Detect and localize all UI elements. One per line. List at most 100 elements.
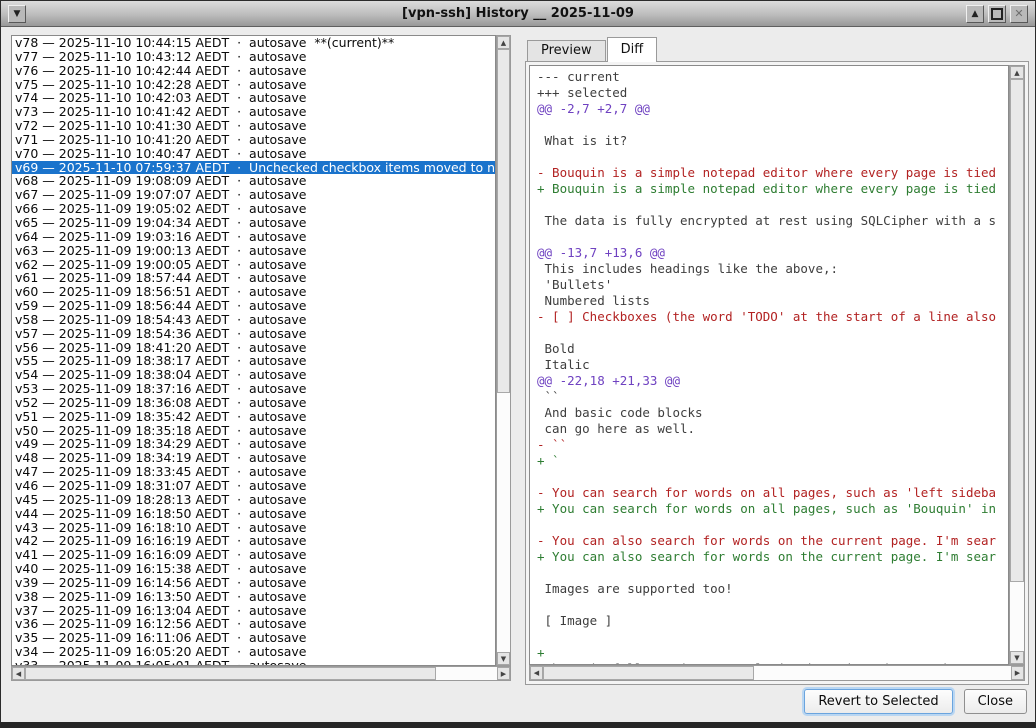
list-item[interactable]: v47 — 2025-11-09 18:33:45 AEDT · autosav…	[12, 465, 495, 479]
list-item[interactable]: v77 — 2025-11-10 10:43:12 AEDT · autosav…	[12, 50, 495, 64]
list-item[interactable]: v62 — 2025-11-09 19:00:05 AEDT · autosav…	[12, 258, 495, 272]
list-item[interactable]: v38 — 2025-11-09 16:13:50 AEDT · autosav…	[12, 590, 495, 604]
list-item[interactable]: v66 — 2025-11-09 19:05:02 AEDT · autosav…	[12, 202, 495, 216]
scroll-down-icon[interactable]: ▼	[1010, 651, 1024, 664]
diff-line: + Bouquin is a simple notepad editor whe…	[537, 181, 1008, 197]
diff-line: What is it?	[537, 133, 1008, 149]
list-item[interactable]: v33 — 2025-11-09 16:05:01 AEDT · autosav…	[12, 659, 495, 666]
list-item[interactable]: v55 — 2025-11-09 18:38:17 AEDT · autosav…	[12, 354, 495, 368]
list-item[interactable]: v46 — 2025-11-09 18:31:07 AEDT · autosav…	[12, 479, 495, 493]
list-item[interactable]: v51 — 2025-11-09 18:35:42 AEDT · autosav…	[12, 410, 495, 424]
version-history-panel: v78 — 2025-11-10 10:44:15 AEDT · autosav…	[11, 35, 511, 681]
diff-line	[537, 629, 1008, 645]
list-item[interactable]: v50 — 2025-11-09 18:35:18 AEDT · autosav…	[12, 424, 495, 438]
diff-line: Bold	[537, 341, 1008, 357]
diff-vertical-scrollbar[interactable]: ▲ ▼	[1009, 65, 1025, 665]
list-item[interactable]: v78 — 2025-11-10 10:44:15 AEDT · autosav…	[12, 36, 495, 50]
list-vscroll-thumb[interactable]	[497, 49, 510, 393]
diff-line: ``	[537, 389, 1008, 405]
close-dialog-button[interactable]: Close	[964, 689, 1027, 714]
revert-to-selected-button[interactable]: Revert to Selected	[804, 689, 952, 714]
shade-icon: ▲	[972, 9, 979, 19]
list-item[interactable]: v43 — 2025-11-09 16:18:10 AEDT · autosav…	[12, 521, 495, 535]
scroll-up-icon[interactable]: ▲	[1010, 66, 1024, 79]
diff-line: + You can also search for words on the c…	[537, 549, 1008, 565]
list-item[interactable]: v60 — 2025-11-09 18:56:51 AEDT · autosav…	[12, 285, 495, 299]
diff-line: + `	[537, 453, 1008, 469]
version-list[interactable]: v78 — 2025-11-10 10:44:15 AEDT · autosav…	[11, 35, 496, 666]
list-item[interactable]: v42 — 2025-11-09 16:16:19 AEDT · autosav…	[12, 534, 495, 548]
list-item[interactable]: v71 — 2025-11-10 10:41:20 AEDT · autosav…	[12, 133, 495, 147]
list-item[interactable]: v53 — 2025-11-09 18:37:16 AEDT · autosav…	[12, 382, 495, 396]
diff-line: --- current	[537, 69, 1008, 85]
diff-line: Italic	[537, 357, 1008, 373]
shade-button[interactable]: ▲	[966, 5, 984, 23]
diff-vscroll-track[interactable]	[1010, 79, 1024, 651]
list-item[interactable]: v59 — 2025-11-09 18:56:44 AEDT · autosav…	[12, 299, 495, 313]
list-item[interactable]: v35 — 2025-11-09 16:11:06 AEDT · autosav…	[12, 631, 495, 645]
list-horizontal-scrollbar[interactable]: ◀ ▶	[11, 666, 511, 681]
list-item[interactable]: v64 — 2025-11-09 19:03:16 AEDT · autosav…	[12, 230, 495, 244]
diff-line: Numbered lists	[537, 293, 1008, 309]
list-item[interactable]: v68 — 2025-11-09 19:08:09 AEDT · autosav…	[12, 174, 495, 188]
diff-line: + You can search for words on all pages,…	[537, 501, 1008, 517]
diff-line: +	[537, 645, 1008, 661]
list-item[interactable]: v76 — 2025-11-10 10:42:44 AEDT · autosav…	[12, 64, 495, 78]
list-hscroll-track[interactable]	[25, 667, 497, 680]
diff-line: - You can also search for words on the c…	[537, 533, 1008, 549]
list-item[interactable]: v45 — 2025-11-09 18:28:13 AEDT · autosav…	[12, 493, 495, 507]
list-item[interactable]: v65 — 2025-11-09 19:04:34 AEDT · autosav…	[12, 216, 495, 230]
list-item[interactable]: v49 — 2025-11-09 18:34:29 AEDT · autosav…	[12, 437, 495, 451]
list-item[interactable]: v69 — 2025-11-10 07:59:37 AEDT · Uncheck…	[12, 161, 495, 175]
list-item[interactable]: v56 — 2025-11-09 18:41:20 AEDT · autosav…	[12, 341, 495, 355]
scroll-left-icon[interactable]: ◀	[530, 666, 543, 680]
diff-line: Images are supported too!	[537, 581, 1008, 597]
diff-line: @@ -13,7 +13,6 @@	[537, 245, 1008, 261]
diff-line: - You can search for words on all pages,…	[537, 485, 1008, 501]
list-item[interactable]: v34 — 2025-11-09 16:05:20 AEDT · autosav…	[12, 645, 495, 659]
list-item[interactable]: v41 — 2025-11-09 16:16:09 AEDT · autosav…	[12, 548, 495, 562]
scroll-right-icon[interactable]: ▶	[497, 667, 510, 680]
scroll-right-icon[interactable]: ▶	[1011, 666, 1024, 680]
list-item[interactable]: v54 — 2025-11-09 18:38:04 AEDT · autosav…	[12, 368, 495, 382]
list-vscroll-track[interactable]	[497, 49, 510, 652]
diff-hscroll-thumb[interactable]	[543, 666, 754, 680]
list-item[interactable]: v40 — 2025-11-09 16:15:38 AEDT · autosav…	[12, 562, 495, 576]
scroll-left-icon[interactable]: ◀	[12, 667, 25, 680]
list-item[interactable]: v48 — 2025-11-09 18:34:19 AEDT · autosav…	[12, 451, 495, 465]
window-menu-button[interactable]: ▼	[8, 5, 26, 23]
list-hscroll-thumb[interactable]	[25, 667, 436, 680]
list-item[interactable]: v36 — 2025-11-09 16:12:56 AEDT · autosav…	[12, 617, 495, 631]
list-item[interactable]: v57 — 2025-11-09 18:54:36 AEDT · autosav…	[12, 327, 495, 341]
list-item[interactable]: v75 — 2025-11-10 10:42:28 AEDT · autosav…	[12, 78, 495, 92]
list-item[interactable]: v63 — 2025-11-09 19:00:13 AEDT · autosav…	[12, 244, 495, 258]
maximize-button[interactable]	[988, 5, 1006, 23]
list-item[interactable]: v70 — 2025-11-10 10:40:47 AEDT · autosav…	[12, 147, 495, 161]
list-item[interactable]: v37 — 2025-11-09 16:13:04 AEDT · autosav…	[12, 604, 495, 618]
scroll-up-icon[interactable]: ▲	[497, 36, 510, 49]
tab-diff[interactable]: Diff	[607, 37, 658, 62]
scroll-down-icon[interactable]: ▼	[497, 652, 510, 665]
diff-line	[537, 229, 1008, 245]
list-item[interactable]: v39 — 2025-11-09 16:14:56 AEDT · autosav…	[12, 576, 495, 590]
list-item[interactable]: v74 — 2025-11-10 10:42:03 AEDT · autosav…	[12, 91, 495, 105]
diff-hscroll-track[interactable]	[543, 666, 1011, 680]
list-vertical-scrollbar[interactable]: ▲ ▼	[496, 35, 511, 666]
tab-preview[interactable]: Preview	[527, 40, 606, 61]
list-item[interactable]: v73 — 2025-11-10 10:41:42 AEDT · autosav…	[12, 105, 495, 119]
diff-vscroll-thumb[interactable]	[1010, 79, 1024, 582]
diff-line	[537, 149, 1008, 165]
list-item[interactable]: v67 — 2025-11-09 19:07:07 AEDT · autosav…	[12, 188, 495, 202]
list-item[interactable]: v44 — 2025-11-09 16:18:50 AEDT · autosav…	[12, 507, 495, 521]
close-window-button[interactable]: ✕	[1010, 5, 1028, 23]
list-item[interactable]: v72 — 2025-11-10 10:41:30 AEDT · autosav…	[12, 119, 495, 133]
titlebar[interactable]: ▼ [vpn-ssh] History __ 2025-11-09 ▲ ✕	[1, 1, 1035, 27]
list-item[interactable]: v58 — 2025-11-09 18:54:43 AEDT · autosav…	[12, 313, 495, 327]
diff-line	[537, 325, 1008, 341]
window-menu-icon: ▼	[14, 9, 21, 19]
diff-horizontal-scrollbar[interactable]: ◀ ▶	[529, 665, 1025, 681]
list-item[interactable]: v61 — 2025-11-09 18:57:44 AEDT · autosav…	[12, 271, 495, 285]
diff-text[interactable]: --- current+++ selected@@ -2,7 +2,7 @@ W…	[529, 65, 1009, 665]
list-item[interactable]: v52 — 2025-11-09 18:36:08 AEDT · autosav…	[12, 396, 495, 410]
diff-line: - ``	[537, 437, 1008, 453]
